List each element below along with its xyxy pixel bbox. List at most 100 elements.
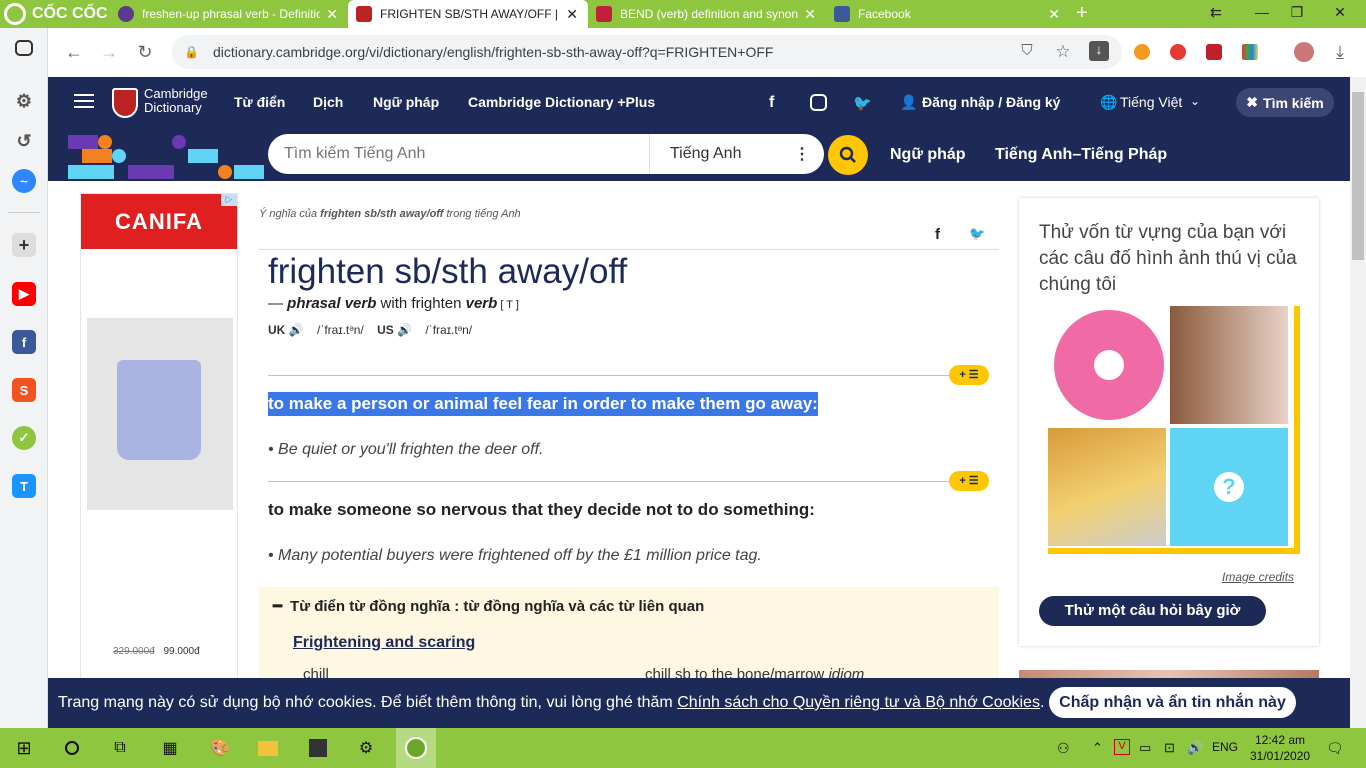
app-icon[interactable]: ⚙ bbox=[346, 728, 386, 768]
search-toggle-button[interactable]: ✖ Tìm kiếm bbox=[1236, 88, 1334, 117]
definition-2: to make someone so nervous that they dec… bbox=[268, 500, 815, 519]
windows-start-icon[interactable]: ⊞ bbox=[4, 728, 44, 768]
tray-v-icon[interactable]: V bbox=[1114, 739, 1130, 755]
privacy-policy-link[interactable]: Chính sách cho Quyền riêng tư và Bộ nhớ … bbox=[677, 694, 1040, 711]
chevron-up-icon[interactable]: ⌃ bbox=[1092, 740, 1103, 756]
quiz-image-grid[interactable]: ? bbox=[1048, 306, 1300, 554]
restore-tabs-icon[interactable]: ⇇ bbox=[1206, 4, 1226, 21]
battery-icon[interactable]: ▭ bbox=[1139, 740, 1151, 756]
chevron-down-icon[interactable]: ⌄ bbox=[1190, 94, 1200, 108]
menu-hamburger-icon[interactable] bbox=[74, 94, 94, 108]
extension-icon[interactable] bbox=[1134, 44, 1150, 60]
reload-icon[interactable]: ↻ bbox=[134, 42, 156, 63]
close-tab-icon[interactable]: ✕ bbox=[1048, 6, 1060, 23]
cambridge-shield-icon[interactable] bbox=[112, 88, 138, 118]
globe-icon[interactable]: 🌐 bbox=[1100, 94, 1117, 111]
grammar-link[interactable]: Ngữ pháp bbox=[890, 146, 966, 164]
add-to-list-button[interactable]: + ☰ bbox=[949, 365, 989, 385]
twitter-icon[interactable]: 🐦 bbox=[853, 94, 872, 112]
close-tab-icon[interactable]: ✕ bbox=[326, 6, 338, 23]
messenger-icon[interactable]: ~ bbox=[12, 169, 36, 193]
people-icon[interactable]: ⚇ bbox=[1057, 740, 1070, 757]
input-language[interactable]: ENG bbox=[1212, 740, 1238, 754]
tab-freshen-up[interactable]: freshen-up phrasal verb - Definitio ✕ bbox=[110, 0, 348, 28]
facebook-icon[interactable]: f bbox=[769, 94, 774, 112]
decorative-block bbox=[68, 135, 98, 149]
thesaurus-group-link[interactable]: Frightening and scaring bbox=[293, 634, 475, 652]
history-icon[interactable]: ↺ bbox=[12, 129, 36, 153]
downloads-arrow-icon[interactable]: ⤓ bbox=[1329, 42, 1351, 63]
app-store-icon[interactable]: ▦ bbox=[150, 728, 190, 768]
search-input[interactable]: Tìm kiếm Tiếng Anh bbox=[268, 134, 650, 174]
image-credits-link[interactable]: Image credits bbox=[1222, 570, 1294, 584]
nav-grammar[interactable]: Ngữ pháp bbox=[373, 94, 439, 110]
download-icon[interactable]: ↓ bbox=[1089, 41, 1109, 61]
nav-dictionary[interactable]: Từ điển bbox=[234, 94, 285, 110]
url-bar[interactable]: 🔒 dictionary.cambridge.org/vi/dictionary… bbox=[172, 35, 1122, 69]
network-icon[interactable]: ⊡ bbox=[1164, 740, 1175, 756]
close-tab-icon[interactable]: ✕ bbox=[566, 6, 578, 23]
minimize-icon[interactable]: — bbox=[1252, 4, 1272, 20]
grammar-code: [ T ] bbox=[497, 299, 519, 311]
login-link[interactable]: Đăng nhập / Đăng ký bbox=[922, 94, 1060, 110]
volume-icon[interactable]: 🔊 bbox=[1187, 740, 1203, 756]
thesaurus-header[interactable]: ━ Từ điển từ đồng nghĩa : từ đồng nghĩa v… bbox=[273, 597, 704, 615]
uk-audio-icon[interactable]: 🔊 bbox=[289, 323, 304, 337]
shopee-icon[interactable]: S bbox=[12, 378, 36, 402]
english-french-link[interactable]: Tiếng Anh–Tiếng Pháp bbox=[995, 146, 1167, 164]
youtube-icon[interactable]: ▶ bbox=[12, 282, 36, 306]
dictionary-entry: Ý nghĩa của frighten sb/sth away/off tro… bbox=[259, 193, 999, 683]
adchoices-icon[interactable]: ▷ bbox=[221, 194, 237, 206]
user-icon[interactable]: 👤 bbox=[900, 94, 917, 111]
instagram-icon[interactable] bbox=[810, 94, 827, 111]
forward-icon[interactable]: → bbox=[98, 42, 120, 63]
notifications-icon[interactable]: 🗨 bbox=[1326, 740, 1344, 757]
tiki-icon[interactable]: T bbox=[12, 474, 36, 498]
more-options-icon[interactable]: ⋮ bbox=[794, 144, 824, 164]
search-button[interactable] bbox=[828, 135, 868, 175]
maximize-icon[interactable]: ❐ bbox=[1287, 4, 1307, 21]
nav-translate[interactable]: Dịch bbox=[313, 94, 343, 110]
back-icon[interactable]: ← bbox=[63, 42, 85, 63]
coccoc-icon[interactable]: ✓ bbox=[12, 426, 36, 450]
coccoc-taskbar-icon[interactable] bbox=[396, 728, 436, 768]
bookmark-star-icon[interactable]: ☆ bbox=[1052, 42, 1074, 62]
shield-icon[interactable]: ⛉ bbox=[1016, 42, 1038, 59]
scrollbar-thumb[interactable] bbox=[1352, 92, 1364, 260]
facebook-icon[interactable]: f bbox=[12, 330, 36, 354]
tab-bend-verb[interactable]: BEND (verb) definition and synony ✕ bbox=[588, 0, 826, 28]
try-quiz-button[interactable]: Thử một câu hỏi bây giờ bbox=[1039, 596, 1266, 626]
browser-logo[interactable]: CỐC CỐC bbox=[0, 0, 110, 28]
clock[interactable]: 12:42 am 31/01/2020 bbox=[1250, 732, 1310, 764]
tab-facebook[interactable]: Facebook ✕ bbox=[826, 0, 1070, 28]
profile-avatar[interactable] bbox=[1294, 42, 1314, 62]
us-audio-icon[interactable]: 🔊 bbox=[397, 323, 412, 337]
extension-shield-icon[interactable] bbox=[1170, 44, 1186, 60]
cambridge-brand[interactable]: Cambridge Dictionary bbox=[144, 87, 208, 115]
close-window-icon[interactable]: ✕ bbox=[1330, 4, 1350, 21]
add-to-list-button[interactable]: + ☰ bbox=[949, 471, 989, 491]
language-select[interactable]: Tiếng Việt bbox=[1120, 94, 1182, 110]
sticky-notes-icon[interactable] bbox=[298, 728, 338, 768]
task-view-icon[interactable]: ⧉ bbox=[100, 728, 140, 768]
sidebar-toggle-icon[interactable] bbox=[15, 40, 33, 56]
ad-banner[interactable]: CANIFA ▷ 329.000đ 99.000đ bbox=[80, 193, 238, 683]
tab-frighten-off[interactable]: FRIGHTEN SB/STH AWAY/OFF | Đị ✕ bbox=[348, 0, 588, 28]
settings-gear-icon[interactable]: ⚙ bbox=[12, 89, 36, 113]
file-explorer-icon[interactable] bbox=[248, 728, 288, 768]
nav-plus[interactable]: Cambridge Dictionary +Plus bbox=[468, 94, 655, 110]
extension-colors-icon[interactable] bbox=[1242, 44, 1258, 60]
decorative-block bbox=[188, 149, 218, 163]
share-twitter-icon[interactable]: 🐦 bbox=[969, 226, 985, 242]
new-tab-button[interactable]: + bbox=[1076, 2, 1096, 25]
clock-date: 31/01/2020 bbox=[1250, 749, 1311, 763]
pronunciation: UK 🔊 /ˈfraɪ.tᵊn/ US 🔊 /ˈfraɪ.tᵊn/ bbox=[268, 323, 472, 337]
paint-icon[interactable]: 🎨 bbox=[200, 728, 240, 768]
dictionary-select[interactable]: Tiếng Anh bbox=[650, 145, 794, 163]
close-tab-icon[interactable]: ✕ bbox=[804, 6, 816, 23]
accept-cookies-button[interactable]: Chấp nhận và ẩn tin nhắn này bbox=[1049, 687, 1296, 718]
add-shortcut-icon[interactable]: + bbox=[12, 233, 36, 257]
search-icon[interactable] bbox=[52, 728, 92, 768]
extension-red-icon[interactable] bbox=[1206, 44, 1222, 60]
share-facebook-icon[interactable]: f bbox=[935, 226, 940, 243]
